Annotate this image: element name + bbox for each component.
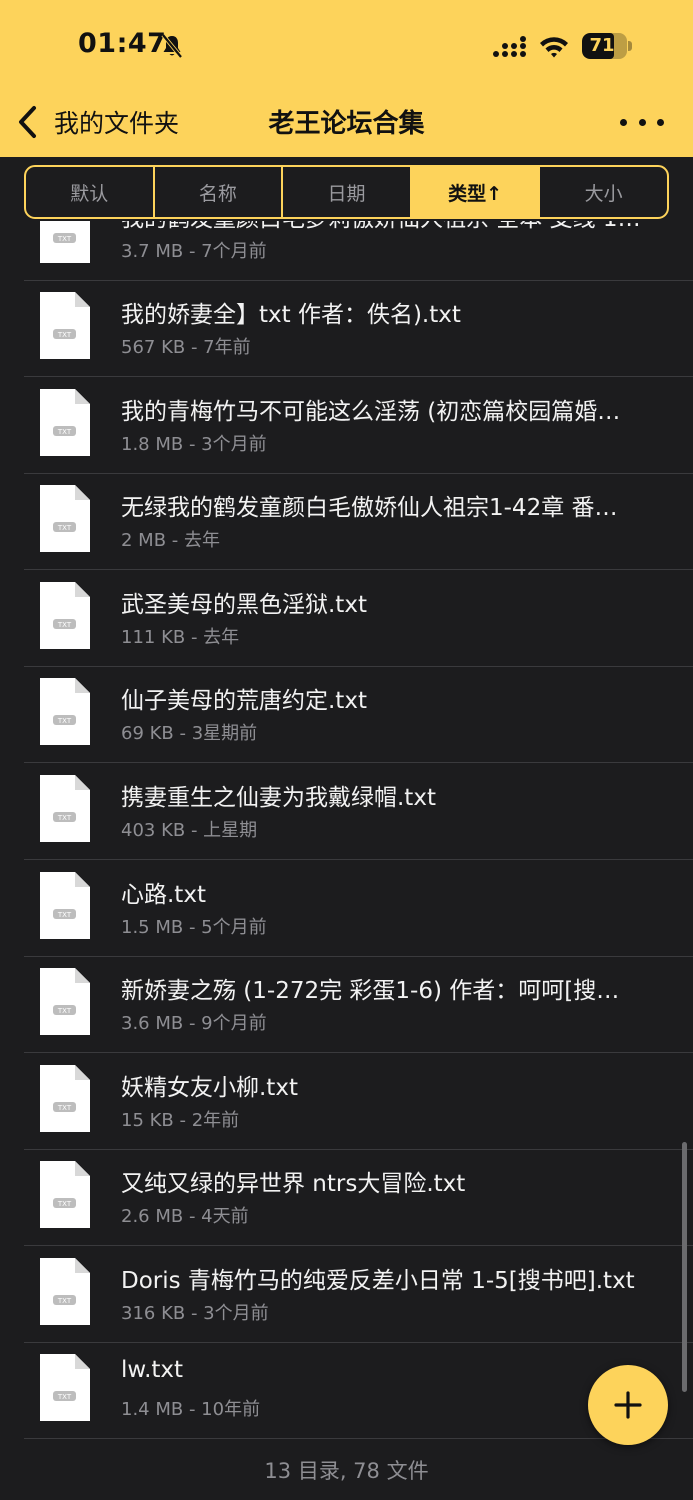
file-row[interactable]: TXT 妖精女友小柳.txt 15 KB - 2年前: [0, 1054, 693, 1150]
file-name: 携妻重生之仙妻为我戴绿帽.txt: [121, 785, 436, 811]
bell-slash-icon: [161, 33, 183, 59]
file-meta: 15 KB - 2年前: [121, 1110, 240, 1131]
file-meta: 69 KB - 3星期前: [121, 723, 258, 744]
svg-text:TXT: TXT: [57, 331, 72, 339]
chevron-left-icon: [19, 106, 36, 138]
svg-text:TXT: TXT: [57, 814, 72, 822]
file-name: 我的青梅竹马不可能这么淫荡 (初恋篇校园篇婚…: [121, 399, 621, 425]
svg-text:TXT: TXT: [57, 1393, 72, 1401]
file-row[interactable]: TXT 我的娇妻全】txt 作者：佚名).txt 567 KB - 7年前: [0, 281, 693, 377]
battery-percent: 71: [589, 35, 615, 56]
sort-segmented-control: 默认 名称 日期 类型↑ 大小: [24, 165, 669, 219]
file-row[interactable]: TXT 心路.txt 1.5 MB - 5个月前: [0, 861, 693, 957]
file-row[interactable]: TXT 新娇妻之殇 (1-272完 彩蛋1-6) 作者：呵呵[搜… 3.6 MB…: [0, 957, 693, 1053]
txt-file-icon: TXT: [40, 221, 90, 263]
sort-tab-type[interactable]: 类型↑: [411, 167, 541, 217]
file-row[interactable]: TXT 无绿我的鹤发童颜白毛傲娇仙人祖宗1-42章 番… 2 MB - 去年: [0, 474, 693, 570]
txt-file-icon: TXT: [40, 582, 90, 649]
back-label: 我的文件夹: [54, 109, 180, 138]
file-meta: 403 KB - 上星期: [121, 820, 258, 841]
txt-file-icon: TXT: [40, 292, 90, 359]
file-meta: 1.5 MB - 5个月前: [121, 917, 267, 938]
cellular-signal-icon: [493, 36, 526, 57]
svg-text:TXT: TXT: [57, 1200, 72, 1208]
file-row[interactable]: TXT 仙子美母的荒唐约定.txt 69 KB - 3星期前: [0, 667, 693, 763]
txt-file-icon: TXT: [40, 485, 90, 552]
scrollbar[interactable]: [682, 1142, 687, 1392]
sort-tab-default[interactable]: 默认: [26, 167, 155, 217]
file-row[interactable]: TXT Doris 青梅竹马的纯爱反差小日常 1-5[搜书吧].txt 316 …: [0, 1247, 693, 1343]
svg-text:TXT: TXT: [57, 235, 72, 243]
txt-file-icon: TXT: [40, 389, 90, 456]
file-list: TXT 我的鹤发童颜白毛萝莉傲娇仙人祖宗 全本 支线 1… 3.7 MB - 7…: [0, 221, 693, 1455]
svg-text:TXT: TXT: [57, 524, 72, 532]
add-button[interactable]: [588, 1365, 668, 1445]
file-meta: 2.6 MB - 4天前: [121, 1206, 249, 1227]
txt-file-icon: TXT: [40, 1161, 90, 1228]
battery-icon: 71: [582, 33, 632, 59]
file-meta: 1.4 MB - 10年前: [121, 1399, 261, 1420]
file-meta: 316 KB - 3个月前: [121, 1303, 269, 1324]
folder-summary: 13 目录, 78 文件: [264, 1459, 429, 1483]
file-name: 我的鹤发童颜白毛萝莉傲娇仙人祖宗 全本 支线 1…: [121, 221, 681, 233]
more-button[interactable]: [620, 110, 664, 134]
file-name: 我的娇妻全】txt 作者：佚名).txt: [121, 302, 461, 328]
file-meta: 3.7 MB - 7个月前: [121, 241, 267, 262]
top-bar: 01:47 71 我的文件夹 老王论坛合集: [0, 0, 693, 157]
txt-file-icon: TXT: [40, 1258, 90, 1325]
file-name: 无绿我的鹤发童颜白毛傲娇仙人祖宗1-42章 番…: [121, 495, 618, 521]
file-name: 妖精女友小柳.txt: [121, 1075, 298, 1101]
file-name: 仙子美母的荒唐约定.txt: [121, 688, 367, 714]
file-name: 新娇妻之殇 (1-272完 彩蛋1-6) 作者：呵呵[搜…: [121, 978, 620, 1004]
svg-text:TXT: TXT: [57, 621, 72, 629]
txt-file-icon: TXT: [40, 1354, 90, 1421]
file-name: 心路.txt: [121, 882, 206, 908]
file-meta: 111 KB - 去年: [121, 627, 240, 648]
ellipsis-icon: [620, 118, 627, 126]
sort-tab-name[interactable]: 名称: [155, 167, 284, 217]
file-row[interactable]: TXT 又纯又绿的异世界 ntrs大冒险.txt 2.6 MB - 4天前: [0, 1150, 693, 1246]
sort-tab-date[interactable]: 日期: [283, 167, 412, 217]
txt-file-icon: TXT: [40, 968, 90, 1035]
file-row[interactable]: TXT 我的青梅竹马不可能这么淫荡 (初恋篇校园篇婚… 1.8 MB - 3个月…: [0, 378, 693, 474]
file-row[interactable]: TXT 武圣美母的黑色淫狱.txt 111 KB - 去年: [0, 571, 693, 667]
txt-file-icon: TXT: [40, 872, 90, 939]
file-name: 武圣美母的黑色淫狱.txt: [121, 592, 367, 618]
wifi-icon: [540, 37, 568, 58]
file-meta: 3.6 MB - 9个月前: [121, 1013, 267, 1034]
svg-text:TXT: TXT: [57, 717, 72, 725]
plus-icon: [614, 1391, 642, 1419]
svg-text:TXT: TXT: [57, 1297, 72, 1305]
svg-text:TXT: TXT: [57, 1007, 72, 1015]
file-meta: 2 MB - 去年: [121, 530, 220, 551]
txt-file-icon: TXT: [40, 678, 90, 745]
file-row[interactable]: TXT lw.txt 1.4 MB - 10年前: [0, 1343, 693, 1439]
txt-file-icon: TXT: [40, 1065, 90, 1132]
back-button[interactable]: 我的文件夹: [16, 100, 179, 144]
file-name: Doris 青梅竹马的纯爱反差小日常 1-5[搜书吧].txt: [121, 1268, 635, 1294]
txt-file-icon: TXT: [40, 775, 90, 842]
file-row[interactable]: TXT 我的鹤发童颜白毛萝莉傲娇仙人祖宗 全本 支线 1… 3.7 MB - 7…: [0, 221, 693, 281]
svg-text:TXT: TXT: [57, 911, 72, 919]
file-meta: 1.8 MB - 3个月前: [121, 434, 267, 455]
page-title: 老王论坛合集: [268, 109, 425, 139]
file-row[interactable]: TXT 携妻重生之仙妻为我戴绿帽.txt 403 KB - 上星期: [0, 764, 693, 860]
svg-text:TXT: TXT: [57, 1104, 72, 1112]
sort-tab-size[interactable]: 大小: [540, 167, 667, 217]
file-meta: 567 KB - 7年前: [121, 337, 251, 358]
status-time: 01:47: [78, 28, 167, 59]
svg-text:TXT: TXT: [57, 428, 72, 436]
file-name: 又纯又绿的异世界 ntrs大冒险.txt: [121, 1171, 466, 1197]
